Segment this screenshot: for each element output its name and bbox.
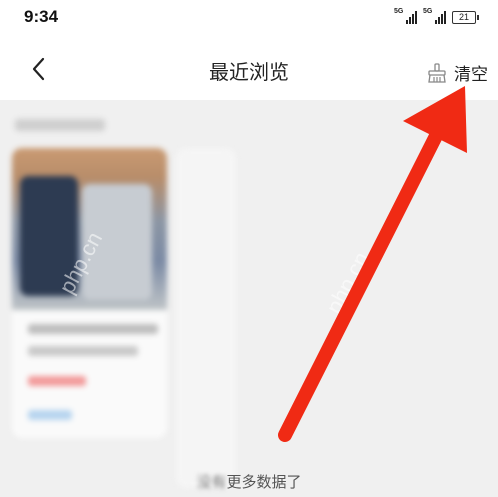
product-image xyxy=(12,148,167,310)
no-more-data-note: 没有更多数据了 xyxy=(0,471,498,492)
no-more-prefix: 没有 xyxy=(196,473,227,491)
section-date-placeholder xyxy=(15,119,105,131)
history-product-card[interactable] xyxy=(12,148,167,438)
product-title-placeholder xyxy=(28,324,158,334)
broom-icon xyxy=(428,62,446,83)
status-bar: 9:34 5G 5G 21 xyxy=(0,0,498,38)
signal-icon: 5G xyxy=(423,8,446,24)
signal-tag: 5G xyxy=(423,8,433,15)
status-icons: 5G 5G 21 xyxy=(394,8,479,25)
history-content: 没有更多数据了 xyxy=(0,100,498,497)
product-tag-placeholder xyxy=(28,410,72,420)
clear-label: 清空 xyxy=(454,65,488,85)
status-time: 9:34 xyxy=(24,7,59,26)
signal-icon: 5G xyxy=(394,8,417,24)
product-price-placeholder xyxy=(28,376,86,386)
battery-icon: 21 xyxy=(452,10,479,24)
page-title: 最近浏览 xyxy=(209,60,289,84)
nav-bar: 最近浏览 清空 xyxy=(0,38,498,100)
signal-tag: 5G xyxy=(394,8,404,15)
history-side-panel xyxy=(176,148,236,488)
no-more-text: 更多数据了 xyxy=(226,473,302,491)
product-subtitle-placeholder xyxy=(28,346,138,356)
clear-button[interactable]: 清空 xyxy=(426,60,488,85)
